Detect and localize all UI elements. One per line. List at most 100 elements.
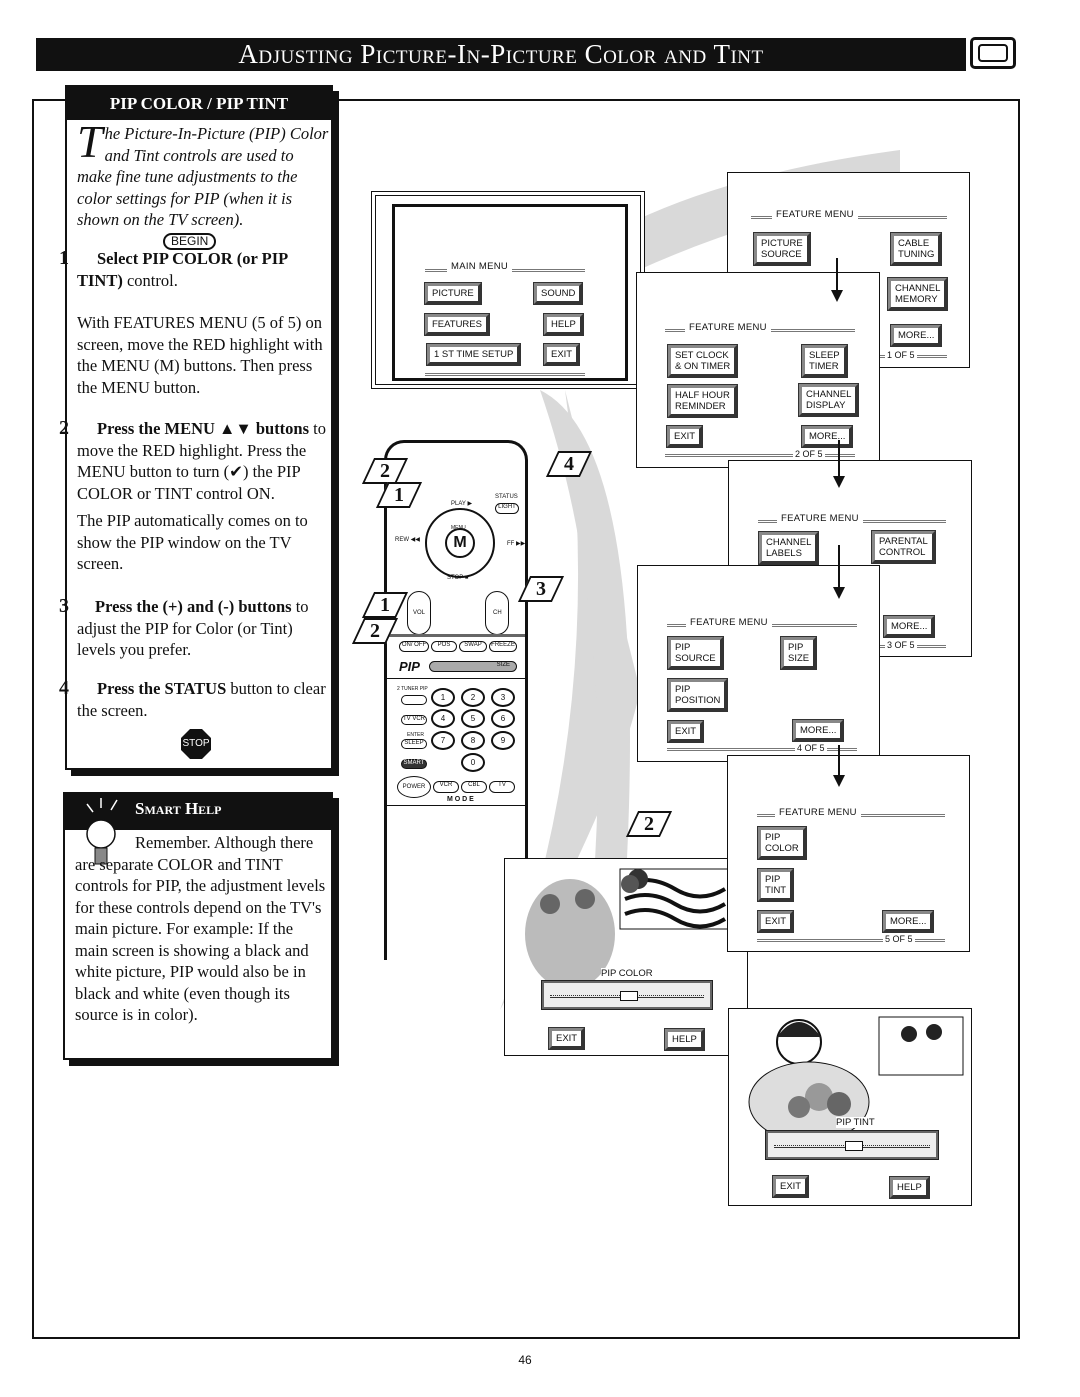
step-number-badge: 3 xyxy=(59,595,69,617)
cbl-mode-button[interactable]: CBL xyxy=(461,781,487,793)
step-1: 1 Select PIP COLOR (or PIP TINT) control… xyxy=(59,247,333,398)
menu-button-half-hour-reminder[interactable]: HALF HOUR REMINDER xyxy=(667,384,738,418)
number-button-1[interactable]: 1 xyxy=(431,688,455,707)
status-button[interactable]: LIGHT xyxy=(495,503,519,514)
menu-button[interactable]: M xyxy=(445,528,475,558)
pip-swap-button[interactable]: SWAP xyxy=(459,641,487,652)
page-title: Adjusting Picture-In-Picture Color and T… xyxy=(36,38,966,71)
stop-sign-icon: STOP xyxy=(181,729,211,759)
tv-vcr-button[interactable]: TV VCR xyxy=(401,715,427,725)
tuner-label: 2 TUNER PIP xyxy=(397,686,428,692)
step-number-badge: 4 xyxy=(59,677,69,699)
number-button-6[interactable]: 6 xyxy=(491,709,515,728)
menu-title: FEATURE MENU xyxy=(777,513,863,524)
menu-button-exit[interactable]: EXIT xyxy=(542,343,581,366)
volume-rocker[interactable]: VOL xyxy=(407,591,431,635)
number-button-8[interactable]: 8 xyxy=(461,731,485,750)
menu-button-set-clock-on-timer[interactable]: SET CLOCK & ON TIMER xyxy=(666,344,739,378)
menu-button-cable-tuning[interactable]: CABLE TUNING xyxy=(889,232,943,266)
vcr-mode-button[interactable]: VCR xyxy=(433,781,459,793)
number-button-2[interactable]: 2 xyxy=(461,688,485,707)
section-heading: PIP COLOR / PIP TINT xyxy=(67,87,331,120)
menu-button-channel-display[interactable]: CHANNEL DISPLAY xyxy=(797,383,860,417)
pip-color-screen: PIP COLOR EXIT HELP xyxy=(504,858,748,1056)
menu-button-pip-color[interactable]: PIP COLOR xyxy=(757,826,807,860)
pip-tint-slider[interactable] xyxy=(765,1130,939,1160)
step-1-detail: With FEATURES MENU (5 of 5) on screen, m… xyxy=(77,313,323,397)
pip-freeze-button[interactable]: FREEZE xyxy=(489,641,517,652)
menu-button-sound[interactable]: SOUND xyxy=(532,282,584,305)
pip-tint-label: PIP TINT xyxy=(836,1117,875,1128)
channel-rocker[interactable]: CH xyxy=(485,591,509,635)
pip-color-slider[interactable] xyxy=(541,980,713,1010)
menu-button-channel-memory[interactable]: CHANNEL MEMORY xyxy=(886,277,949,311)
ff-label: FF ▶▶ xyxy=(507,541,526,547)
number-button-4[interactable]: 4 xyxy=(431,709,455,728)
menu-button-more[interactable]: MORE... xyxy=(889,324,943,347)
menu-button-exit[interactable]: EXIT xyxy=(666,720,705,743)
rew-label: REW ◀◀ xyxy=(395,537,420,543)
feature-menu-screen-2: FEATURE MENU SET CLOCK & ON TIMER SLEEP TI… xyxy=(636,272,880,468)
tv-mode-button[interactable]: TV xyxy=(489,781,515,793)
menu-button-features[interactable]: FEATURES xyxy=(424,313,490,336)
power-button[interactable]: POWER xyxy=(397,776,431,798)
menu-button-sleep-timer[interactable]: SLEEP TIMER xyxy=(801,344,848,378)
menu-button-pip-source[interactable]: PIP SOURCE xyxy=(667,636,724,670)
number-button-0[interactable]: 0 xyxy=(461,753,485,772)
menu-button-more[interactable]: MORE... xyxy=(800,425,854,448)
pip-on-off-button[interactable]: ON/ OFF xyxy=(399,641,429,652)
pip-logo: PIP xyxy=(399,659,420,674)
menu-button-parental-control[interactable]: PARENTAL CONTROL xyxy=(871,530,936,564)
main-menu-screen: MAIN MENU PICTURE SOUND FEATURES HELP 1 ST TI… xyxy=(371,191,645,389)
exit-button[interactable]: EXIT xyxy=(547,1027,586,1050)
page-number: 46 xyxy=(518,1353,532,1367)
step-number-badge: 1 xyxy=(59,247,69,269)
step-2-detail: The PIP automatically comes on to show t… xyxy=(77,511,308,573)
menu-button-exit[interactable]: EXIT xyxy=(756,910,795,933)
menu-button-more[interactable]: MORE... xyxy=(882,615,936,638)
smart-button[interactable]: SMART xyxy=(401,759,427,769)
menu-title: FEATURE MENU xyxy=(772,209,858,220)
number-button-9[interactable]: 9 xyxy=(491,731,515,750)
menu-page-indicator: 1 OF 5 xyxy=(885,350,917,360)
number-button-3[interactable]: 3 xyxy=(491,688,515,707)
step-4: 4 Press the STATUS button to clear the s… xyxy=(59,677,333,721)
smart-help-text: Remember. Although there are separate CO… xyxy=(75,833,326,1024)
exit-button[interactable]: EXIT xyxy=(771,1175,810,1198)
drop-cap: T xyxy=(77,116,103,167)
play-label: PLAY ▶ xyxy=(451,501,473,507)
tv-icon xyxy=(970,37,1016,69)
menu-button-help[interactable]: HELP xyxy=(543,313,584,336)
menu-button-pip-position[interactable]: PIP POSITION xyxy=(666,678,729,712)
number-button-7[interactable]: 7 xyxy=(431,731,455,750)
menu-title: MAIN MENU xyxy=(447,261,513,272)
pip-pos-button[interactable]: POS xyxy=(431,641,457,652)
slider-thumb[interactable] xyxy=(620,991,638,1001)
menu-button-more[interactable]: MORE... xyxy=(881,910,935,933)
instructions-panel: PIP COLOR / PIP TINT The Picture-In-Pict… xyxy=(59,85,333,770)
feature-menu-screen-5: FEATURE MENU PIP COLOR PIP TINT EXIT MORE...… xyxy=(727,755,970,952)
menu-button-pip-tint[interactable]: PIP TINT xyxy=(756,868,795,902)
step-3: 3 Press the (+) and (-) buttons to adjus… xyxy=(59,595,333,661)
menu-button-picture-source[interactable]: PICTURE SOURCE xyxy=(753,232,811,266)
sleep-button[interactable]: SLEEP xyxy=(401,739,427,749)
menu-button-pip-size[interactable]: PIP SIZE xyxy=(779,636,818,670)
step-2: 2 Press the MENU ▲▼ buttons to move the … xyxy=(59,417,333,575)
pip-size-button[interactable]: SIZE xyxy=(429,661,517,672)
menu-button-channel-labels[interactable]: CHANNEL LABELS xyxy=(757,531,820,565)
tuner-pip-button[interactable] xyxy=(401,695,427,705)
menu-button-more[interactable]: MORE... xyxy=(791,719,845,742)
slider-thumb[interactable] xyxy=(845,1141,863,1151)
intro-text: The Picture-In-Picture (PIP) Color and T… xyxy=(77,116,329,231)
menu-button-1-st-time-setup[interactable]: 1 ST TIME SETUP xyxy=(425,343,522,366)
intro-body: he Picture-In-Picture (PIP) Color and Ti… xyxy=(77,124,329,229)
help-button[interactable]: HELP xyxy=(664,1028,705,1051)
menu-button-picture[interactable]: PICTURE xyxy=(424,282,482,305)
number-button-5[interactable]: 5 xyxy=(461,709,485,728)
menu-page-indicator: 2 OF 5 xyxy=(793,449,825,459)
menu-page-indicator: 5 OF 5 xyxy=(883,934,915,944)
menu-button-exit[interactable]: EXIT xyxy=(665,425,704,448)
arrow-down-icon xyxy=(831,258,843,302)
help-button[interactable]: HELP xyxy=(889,1176,930,1199)
arrow-down-icon xyxy=(833,440,845,488)
